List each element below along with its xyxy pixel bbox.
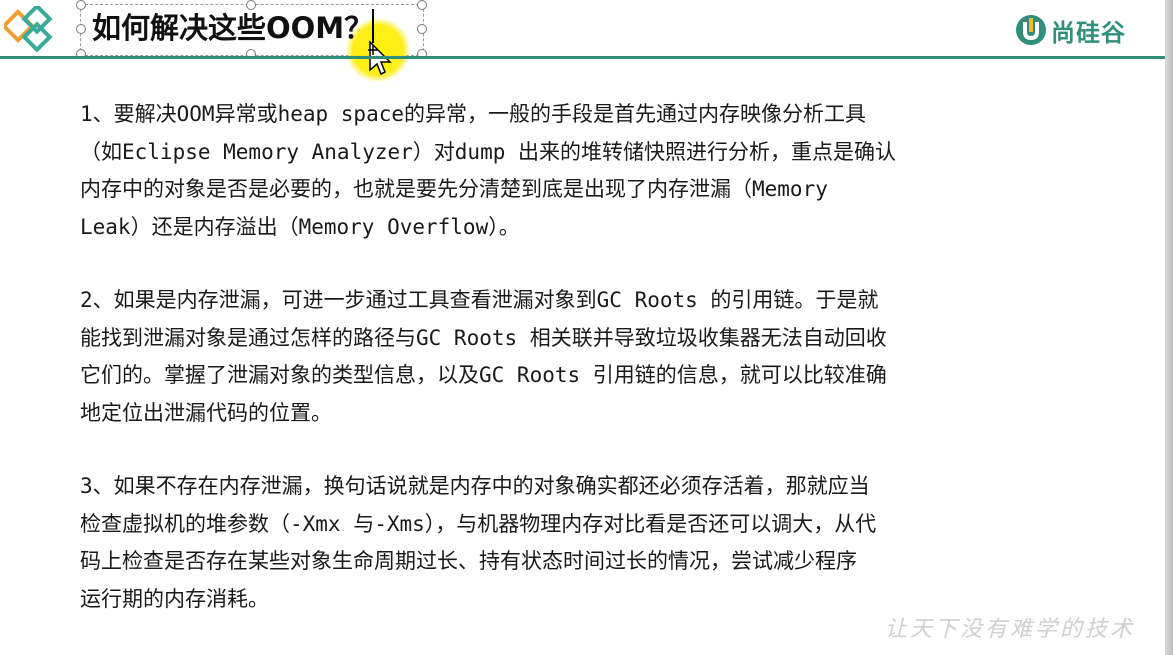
brand-name: 尚硅谷 [1051,18,1126,47]
text-caret [372,9,374,43]
brand-u-icon [1016,15,1046,45]
slide: 如何解决这些OOM？ 尚硅谷 1、要解决OOM异常或heap space的异常，… [0,0,1173,655]
resize-handle[interactable] [76,0,86,10]
resize-handle[interactable] [417,0,427,10]
paragraph-1: 1、要解决OOM异常或heap space的异常，一般的手段是首先通过内存映像分… [80,102,897,239]
content-body: 1、要解决OOM异常或heap space的异常，一般的手段是首先通过内存映像分… [80,96,1080,654]
motto-watermark: 让天下没有难学的技术 [884,617,1135,642]
slide-title[interactable]: 如何解决这些OOM？ [92,10,373,46]
brand-logo: 尚硅谷 [1015,12,1126,48]
diamond-logo-icon [4,6,53,53]
paragraph-3: 3、如果不存在内存泄漏，换句话说就是内存中的对象确实都还必须存活着，那就应当 检… [80,474,877,611]
header-divider [0,56,1165,59]
resize-handle[interactable] [417,24,427,34]
paragraph-2: 2、如果是内存泄漏，可进一步通过工具查看泄漏对象到GC Roots 的引用链。于… [80,288,887,425]
resize-handle[interactable] [246,0,256,10]
resize-handle[interactable] [76,24,86,34]
move-cursor-icon [368,40,392,76]
window-edge [1165,0,1173,655]
